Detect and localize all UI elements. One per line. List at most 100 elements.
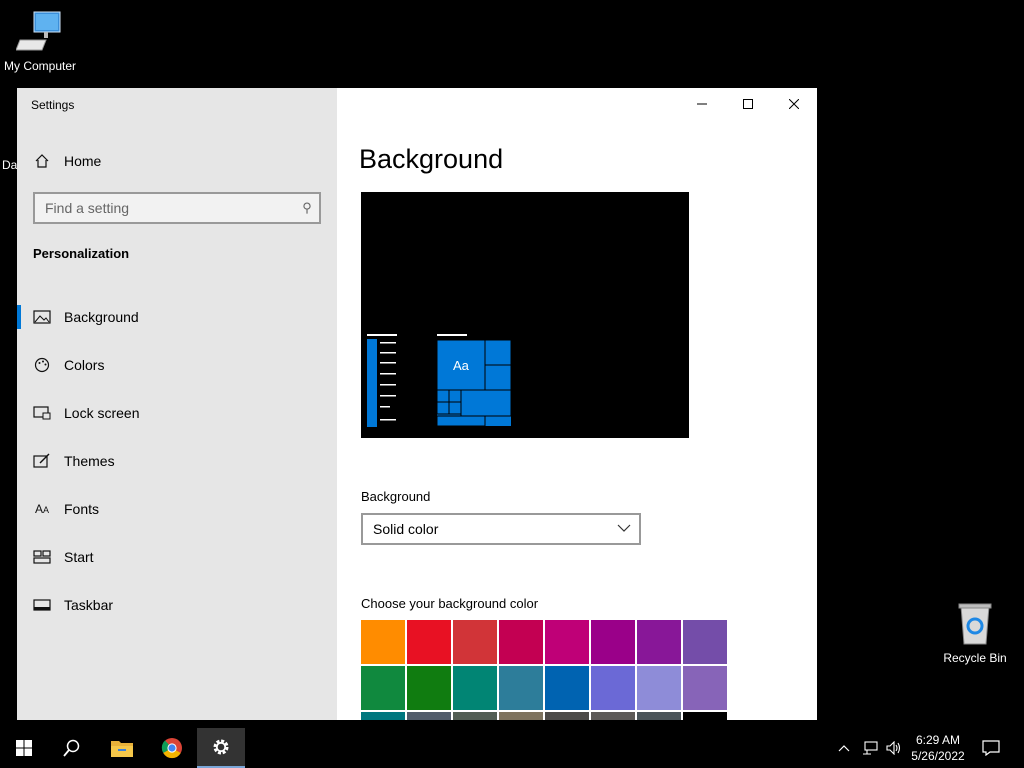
- nav-item-start[interactable]: Start: [17, 533, 337, 581]
- nav-item-fonts[interactable]: AA Fonts: [17, 485, 337, 533]
- folder-icon: [111, 741, 133, 757]
- color-swatch[interactable]: [683, 666, 727, 710]
- nav-item-label: Colors: [64, 357, 105, 373]
- nav-item-label: Background: [64, 309, 139, 325]
- palette-icon: [34, 357, 50, 373]
- nav-item-label: Fonts: [64, 501, 100, 517]
- speaker-icon: [886, 741, 901, 755]
- taskbar-clock[interactable]: 6:29 AM 5/26/2022: [904, 732, 972, 764]
- window-title: Settings: [31, 98, 75, 112]
- color-swatch[interactable]: [637, 712, 681, 720]
- nav-item-background[interactable]: Background: [17, 293, 337, 341]
- taskbar: 6:29 AM 5/26/2022: [0, 728, 1024, 768]
- color-swatch[interactable]: [545, 712, 589, 720]
- partial-desktop-label: Da: [2, 158, 18, 172]
- my-computer-label: My Computer: [3, 59, 77, 73]
- nav-item-label: Start: [64, 549, 94, 565]
- nav-item-label: Themes: [64, 453, 115, 469]
- color-swatch[interactable]: [545, 666, 589, 710]
- notification-icon: [982, 740, 1000, 756]
- nav-item-themes[interactable]: Themes: [17, 437, 337, 485]
- close-icon: [789, 99, 799, 109]
- color-swatch-grid: [361, 620, 727, 720]
- close-button[interactable]: [771, 88, 817, 120]
- themes-icon: [33, 453, 50, 468]
- recycle-bin-desktop-icon[interactable]: Recycle Bin: [935, 602, 1015, 665]
- volume-tray-button[interactable]: [886, 728, 902, 768]
- color-swatch[interactable]: [407, 712, 451, 720]
- show-hidden-icons-button[interactable]: [838, 728, 850, 768]
- minimize-button[interactable]: [679, 88, 725, 120]
- nav-item-label: Lock screen: [64, 405, 140, 421]
- color-swatch[interactable]: [499, 712, 543, 720]
- color-swatch[interactable]: [637, 666, 681, 710]
- windows-logo-icon: [16, 740, 32, 756]
- image-icon: [33, 310, 51, 324]
- search-box: ⚲: [33, 192, 321, 224]
- color-swatch[interactable]: [453, 620, 497, 664]
- action-center-button[interactable]: [982, 728, 1000, 768]
- preview-illustration: Aa: [367, 334, 512, 427]
- personalization-nav: Background Colors Lock screen Themes AA …: [17, 293, 337, 629]
- start-icon: [33, 550, 51, 564]
- start-button[interactable]: [0, 728, 48, 768]
- fonts-icon: AA: [34, 502, 50, 516]
- background-color-label: Choose your background color: [361, 596, 539, 611]
- color-swatch[interactable]: [591, 666, 635, 710]
- home-nav-item[interactable]: Home: [17, 146, 337, 176]
- clock-time: 6:29 AM: [915, 733, 961, 747]
- page-title: Background: [359, 144, 504, 174]
- settings-taskbar-button[interactable]: [197, 728, 245, 768]
- lock-screen-icon: [33, 406, 51, 420]
- color-swatch[interactable]: [591, 620, 635, 664]
- clock-date: 5/26/2022: [911, 749, 965, 763]
- color-swatch[interactable]: [683, 712, 727, 720]
- nav-item-colors[interactable]: Colors: [17, 341, 337, 389]
- search-input[interactable]: [35, 200, 295, 216]
- taskbar-icon: [33, 599, 51, 611]
- background-type-label: Background: [361, 489, 431, 504]
- chrome-icon: [161, 738, 182, 759]
- chevron-up-icon: [838, 745, 850, 752]
- settings-sidebar: Settings Home ⚲ Personalization Backgrou…: [17, 88, 337, 720]
- preview-tile-text: Aa: [453, 358, 470, 373]
- color-swatch[interactable]: [407, 620, 451, 664]
- color-swatch[interactable]: [545, 620, 589, 664]
- network-icon: [863, 741, 878, 755]
- recycle-bin-icon: [958, 603, 992, 645]
- chrome-button[interactable]: [148, 728, 196, 768]
- color-swatch[interactable]: [683, 620, 727, 664]
- gear-icon: [213, 739, 229, 755]
- background-type-dropdown[interactable]: Solid color: [361, 513, 641, 545]
- color-swatch[interactable]: [361, 666, 405, 710]
- color-swatch[interactable]: [361, 712, 405, 720]
- minimize-icon: [697, 103, 707, 105]
- settings-content: Background Aa Background Solid color Cho…: [337, 88, 817, 720]
- search-icon: [63, 739, 80, 757]
- color-swatch[interactable]: [407, 666, 451, 710]
- home-icon: [35, 154, 49, 168]
- file-explorer-button[interactable]: [98, 728, 146, 768]
- color-swatch[interactable]: [499, 620, 543, 664]
- maximize-button[interactable]: [725, 88, 771, 120]
- color-swatch[interactable]: [499, 666, 543, 710]
- background-preview: Aa: [361, 192, 689, 438]
- settings-window: Settings Home ⚲ Personalization Backgrou…: [17, 88, 817, 720]
- dropdown-value: Solid color: [373, 521, 439, 537]
- search-icon[interactable]: ⚲: [295, 200, 319, 216]
- nav-item-label: Taskbar: [64, 597, 114, 613]
- chevron-down-icon: [617, 524, 631, 532]
- color-swatch[interactable]: [453, 712, 497, 720]
- window-controls: [679, 88, 817, 120]
- color-swatch[interactable]: [637, 620, 681, 664]
- my-computer-desktop-icon[interactable]: My Computer: [0, 10, 80, 73]
- recycle-bin-label: Recycle Bin: [943, 651, 1007, 665]
- network-tray-button[interactable]: [862, 728, 878, 768]
- color-swatch[interactable]: [453, 666, 497, 710]
- color-swatch[interactable]: [361, 620, 405, 664]
- nav-item-lock-screen[interactable]: Lock screen: [17, 389, 337, 437]
- search-taskbar-button[interactable]: [48, 728, 96, 768]
- color-swatch[interactable]: [591, 712, 635, 720]
- nav-item-taskbar[interactable]: Taskbar: [17, 581, 337, 629]
- computer-icon: [15, 11, 61, 51]
